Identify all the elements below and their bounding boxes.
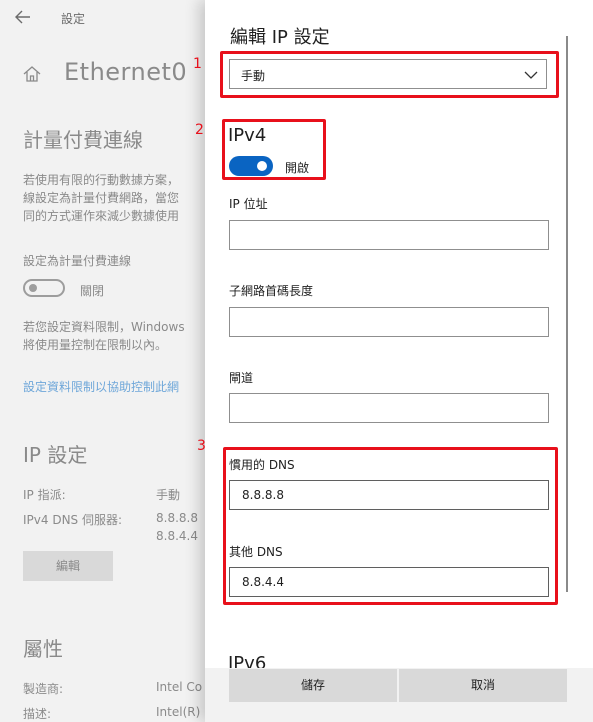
manufacturer-value: Intel Co [156, 680, 203, 694]
metered-toggle-state: 關閉 [80, 284, 105, 298]
metered-toggle[interactable] [23, 279, 65, 297]
dialog-title: 編輯 IP 設定 [230, 27, 330, 48]
set-metered-label: 設定為計量付費連線 [23, 254, 132, 268]
subnet-prefix-label: 子網路首碼長度 [229, 284, 314, 298]
edit-ip-button[interactable]: 編輯 [23, 551, 113, 581]
app-title: 設定 [61, 12, 86, 26]
annotation-box-2 [222, 119, 326, 180]
description-value: Intel(R) [156, 705, 201, 719]
dns-server-label: IPv4 DNS 伺服器: [23, 513, 123, 527]
ip-address-input[interactable] [229, 220, 549, 250]
cancel-button[interactable]: 取消 [399, 669, 567, 702]
dialog-scrollbar[interactable] [566, 36, 568, 592]
properties-heading: 屬性 [23, 637, 63, 661]
ip-address-label: IP 位址 [229, 197, 268, 211]
dns-server-value-1: 8.8.8.8 [156, 511, 198, 525]
annotation-box-3 [223, 447, 558, 605]
gateway-label: 閘道 [229, 371, 254, 385]
ip-assign-value: 手動 [156, 488, 181, 502]
annotation-number-3: 3 [197, 438, 206, 454]
description-label: 描述: [23, 707, 52, 721]
ip-assign-label: IP 指派: [23, 488, 66, 502]
metered-heading: 計量付費連線 [23, 128, 143, 152]
manufacturer-label: 製造商: [23, 682, 64, 696]
annotation-box-1 [220, 51, 559, 98]
ip-settings-heading: IP 設定 [23, 443, 88, 467]
data-limit-description: 若您設定資料限制，Windows 將使用量控制在限制以內。 [23, 320, 185, 352]
home-icon[interactable] [22, 64, 42, 84]
dns-server-value-2: 8.8.4.4 [156, 529, 198, 543]
page-title: Ethernet0 [64, 58, 188, 86]
save-button[interactable]: 儲存 [229, 669, 397, 702]
gateway-input[interactable] [229, 393, 549, 423]
annotation-number-2: 2 [195, 122, 204, 138]
back-arrow-icon[interactable] [14, 8, 32, 26]
subnet-prefix-input[interactable] [229, 307, 549, 337]
metered-description: 若使用有限的行動數據方案， 線設定為計量付費網路，當您 同的方式運作來減少數據使… [23, 173, 180, 223]
data-limit-link[interactable]: 設定資料限制以協助控制此網 [23, 378, 207, 395]
annotation-number-1: 1 [193, 56, 202, 72]
edit-ip-dialog: 編輯 IP 設定 手動 IPv4 開啟 IP 位址 子網路首碼長度 閘道 慣用的… [205, 0, 593, 722]
